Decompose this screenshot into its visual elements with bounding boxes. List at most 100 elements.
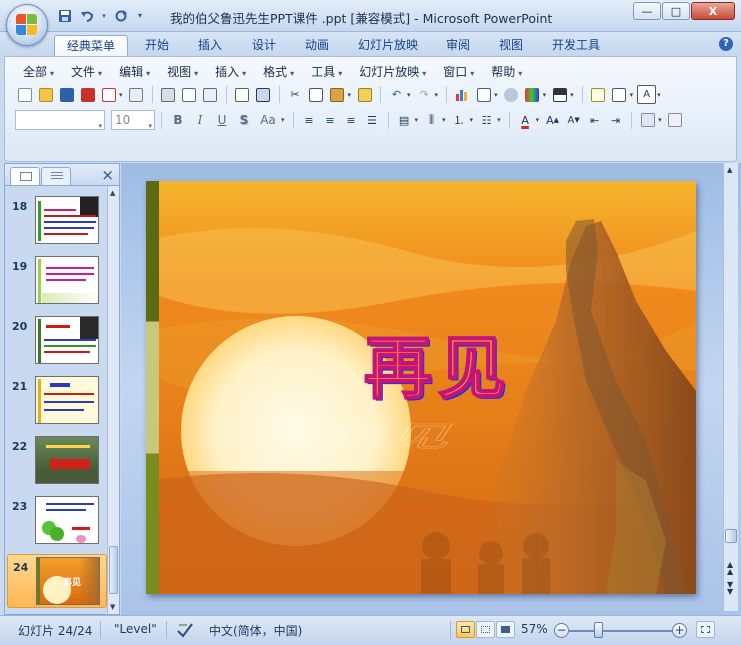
menu-slideshow[interactable]: 幻灯片放映 ▾ — [351, 63, 435, 81]
scroll-up-icon[interactable]: ▲ — [110, 189, 115, 197]
slide-canvas[interactable]: 再见 再见 — [146, 181, 696, 594]
tab-slideshow[interactable]: 幻灯片放映 — [346, 35, 430, 56]
change-case-button[interactable]: Aa — [256, 110, 280, 130]
italic-button[interactable]: I — [190, 110, 210, 130]
shrink-font-icon[interactable]: A ▼ — [564, 111, 583, 130]
menu-all[interactable]: 全部 ▾ — [15, 63, 63, 81]
cut-icon[interactable]: ✂ — [286, 85, 305, 104]
undo-dropdown-icon[interactable]: ▾ — [100, 7, 108, 24]
customize-icon[interactable]: ▾ — [134, 7, 146, 24]
maximize-button[interactable]: □ — [662, 2, 690, 20]
slide-icon[interactable] — [201, 85, 220, 104]
redo-icon[interactable] — [112, 7, 130, 24]
print-icon[interactable] — [159, 85, 178, 104]
grow-font-icon[interactable]: A ▲ — [543, 111, 562, 130]
slides-scroll-thumb[interactable] — [109, 546, 118, 594]
tab-design[interactable]: 设计 — [240, 35, 288, 56]
scroll-down-icon[interactable]: ▼ — [110, 603, 115, 611]
save-icon[interactable] — [57, 85, 76, 104]
decrease-indent-icon[interactable]: ⇤ — [585, 111, 604, 130]
help-icon[interactable]: ? — [719, 37, 733, 51]
new-slide-icon[interactable] — [589, 85, 608, 104]
tab-classic-menu[interactable]: 经典菜单 — [54, 35, 129, 56]
slide-thumbnail-18[interactable]: 18 — [7, 194, 107, 248]
numbering-icon[interactable]: ⒈ — [450, 111, 469, 130]
menu-format[interactable]: 格式 ▾ — [255, 63, 303, 81]
color-scheme-icon[interactable] — [523, 85, 542, 104]
slides-tab[interactable] — [10, 167, 40, 185]
justify-icon[interactable]: ☰ — [363, 111, 382, 130]
print-preview-icon[interactable] — [127, 85, 146, 104]
slideshow-view-button[interactable] — [496, 621, 515, 638]
layout-icon[interactable] — [610, 85, 629, 104]
align-left-icon[interactable]: ≡ — [300, 111, 319, 130]
tab-animation[interactable]: 动画 — [293, 35, 341, 56]
undo-icon[interactable]: ↶ — [387, 85, 406, 104]
menu-tools[interactable]: 工具 ▾ — [303, 63, 351, 81]
research-icon[interactable] — [254, 85, 273, 104]
slide-thumbnail-24[interactable]: 24 再见 — [7, 554, 107, 608]
language-indicator[interactable]: 中文(简体，中国) — [209, 622, 302, 639]
menu-window[interactable]: 窗口 ▾ — [435, 63, 483, 81]
columns-icon[interactable]: ▤ — [395, 111, 414, 130]
font-name-combo[interactable]: ▾ — [15, 110, 105, 130]
slide-thumbnail-22[interactable]: 22 — [7, 434, 107, 488]
save-icon[interactable] — [56, 7, 74, 24]
zoom-out-button[interactable]: − — [554, 623, 569, 638]
format-painter-icon[interactable] — [355, 85, 374, 104]
copy-icon[interactable] — [307, 85, 326, 104]
minimize-button[interactable]: — — [633, 2, 661, 20]
close-panel-icon[interactable]: × — [101, 166, 114, 184]
menu-view[interactable]: 视图 ▾ — [159, 63, 207, 81]
next-slide-icon[interactable]: ▼ ▼ — [727, 581, 733, 596]
slide-thumbnail-20[interactable]: 20 — [7, 314, 107, 368]
workspace-scroll-thumb[interactable] — [725, 529, 737, 543]
outline-tab[interactable] — [41, 167, 71, 185]
redo-icon[interactable]: ↷ — [415, 85, 434, 104]
tab-developer[interactable]: 开发工具 — [540, 35, 612, 56]
permission-icon[interactable] — [78, 85, 97, 104]
pdf-icon[interactable] — [99, 85, 118, 104]
spelling-check-icon[interactable] — [176, 622, 194, 641]
tab-home[interactable]: 开始 — [133, 35, 181, 56]
paste-icon[interactable] — [328, 85, 347, 104]
new-icon[interactable] — [15, 85, 34, 104]
previous-slide-icon[interactable]: ▲ ▲ — [727, 561, 733, 576]
close-button[interactable]: X — [691, 2, 735, 20]
chart-icon[interactable] — [453, 85, 472, 104]
slides-scrollbar[interactable]: ▲ ▼ — [107, 186, 119, 614]
zoom-slider-track[interactable] — [568, 630, 678, 632]
font-icon[interactable]: A — [637, 85, 657, 104]
spelling-icon[interactable] — [233, 85, 252, 104]
hyperlink-icon[interactable] — [502, 85, 521, 104]
menu-file[interactable]: 文件 ▾ — [63, 63, 111, 81]
zoom-level[interactable]: 57% — [521, 622, 548, 636]
increase-indent-icon[interactable]: ⇥ — [606, 111, 625, 130]
undo-icon[interactable] — [78, 7, 96, 24]
align-center-icon[interactable]: ≡ — [321, 111, 340, 130]
grayscale-icon[interactable] — [550, 85, 569, 104]
tab-view[interactable]: 视图 — [487, 35, 535, 56]
slide-thumbnail-23[interactable]: 23 — [7, 494, 107, 548]
slide-design-icon[interactable] — [638, 111, 657, 130]
arrange-icon[interactable] — [666, 111, 685, 130]
slide-sorter-view-button[interactable] — [476, 621, 495, 638]
text-direction-icon[interactable]: ⫼ — [422, 111, 441, 130]
align-right-icon[interactable]: ≡ — [342, 111, 361, 130]
zoom-slider-thumb[interactable] — [594, 622, 603, 638]
office-button[interactable] — [6, 4, 48, 46]
menu-insert[interactable]: 插入 ▾ — [207, 63, 255, 81]
zoom-in-button[interactable]: + — [672, 623, 687, 638]
tab-insert[interactable]: 插入 — [186, 35, 234, 56]
fit-to-window-button[interactable] — [696, 621, 715, 638]
preview-icon[interactable] — [180, 85, 199, 104]
tab-review[interactable]: 审阅 — [434, 35, 482, 56]
font-size-combo[interactable]: 10 ▾ — [111, 110, 155, 130]
table-icon[interactable] — [474, 85, 493, 104]
shadow-button[interactable]: S — [234, 110, 254, 130]
menu-edit[interactable]: 编辑 ▾ — [111, 63, 159, 81]
slide-thumbnail-21[interactable]: 21 — [7, 374, 107, 428]
underline-button[interactable]: U — [212, 110, 232, 130]
font-color-icon[interactable]: A — [516, 111, 535, 130]
bullets-icon[interactable]: ☷ — [477, 111, 496, 130]
